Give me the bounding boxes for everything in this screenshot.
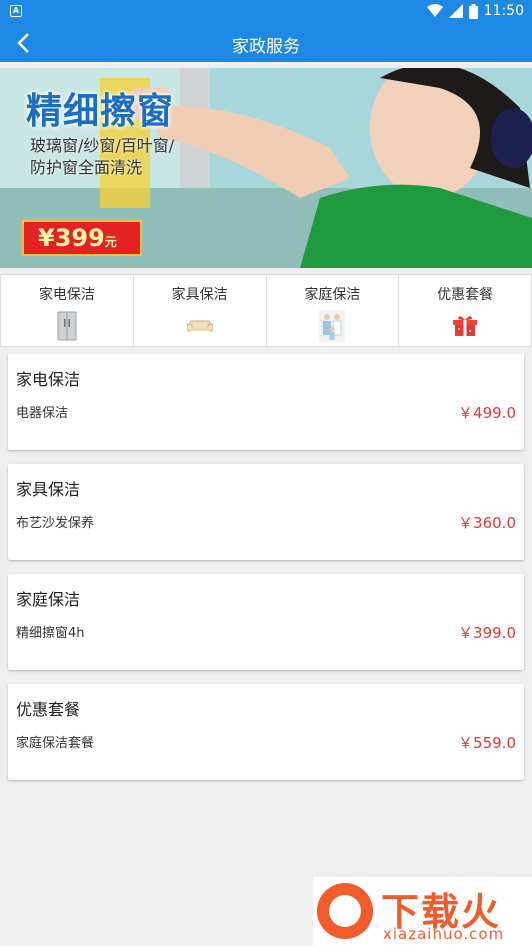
card-item: 精细擦窗4h — [16, 626, 85, 641]
category-label: 优惠套餐 — [437, 287, 494, 303]
gift-icon — [450, 310, 480, 342]
service-card-furniture[interactable]: 家具保洁 布艺沙发保养 ￥360.0 — [8, 464, 524, 560]
category-home-cleaning[interactable]: 家庭保洁 — [266, 274, 400, 347]
clock: 11:50 — [483, 3, 524, 19]
refrigerator-icon — [52, 310, 82, 342]
notification-icon: A — [10, 5, 22, 17]
category-label: 家具保洁 — [171, 287, 228, 303]
category-appliance-cleaning[interactable]: 家电保洁 — [0, 274, 134, 347]
sofa-icon — [185, 310, 215, 342]
banner-headline: 精细擦窗 — [26, 91, 175, 132]
card-price: ￥399.0 — [458, 624, 516, 642]
service-card-package[interactable]: 优惠套餐 家庭保洁套餐 ￥559.0 — [8, 684, 524, 780]
banner-price-tag: ¥399元 — [22, 220, 142, 256]
banner-price-unit: 元 — [104, 235, 117, 249]
service-card-home[interactable]: 家庭保洁 精细擦窗4h ￥399.0 — [8, 574, 524, 670]
status-bar: A 11:50 — [0, 0, 532, 24]
card-item: 电器保洁 — [16, 406, 69, 421]
family-icon — [317, 310, 347, 342]
category-bar: 家电保洁 家具保洁 家庭保洁 优惠套餐 — [0, 274, 532, 347]
card-price: ￥559.0 — [458, 734, 516, 752]
card-item: 家庭保洁套餐 — [16, 736, 95, 751]
card-price: ￥360.0 — [458, 514, 516, 532]
category-discount-package[interactable]: 优惠套餐 — [399, 274, 532, 347]
category-label: 家电保洁 — [38, 287, 95, 303]
signal-icon — [448, 4, 463, 18]
card-item: 布艺沙发保养 — [16, 516, 95, 531]
category-label: 家庭保洁 — [304, 287, 361, 303]
card-price: ￥499.0 — [458, 404, 516, 422]
banner-price: ¥399 — [38, 224, 105, 252]
category-furniture-cleaning[interactable]: 家具保洁 — [133, 274, 267, 347]
card-title: 家庭保洁 — [16, 590, 81, 609]
card-title: 家具保洁 — [16, 480, 81, 499]
wifi-icon — [426, 4, 443, 17]
battery-icon — [468, 3, 478, 19]
watermark-logo: 下载火 xiazaihuo.com — [313, 877, 532, 946]
app-bar: 家政服务 — [0, 24, 532, 62]
service-card-appliance[interactable]: 家电保洁 电器保洁 ￥499.0 — [8, 354, 524, 450]
card-title: 家电保洁 — [16, 370, 81, 389]
watermark-url: xiazaihuo.com — [383, 925, 505, 943]
banner-subtitle-2: 防护窗全面清洗 — [30, 158, 143, 177]
page-title: 家政服务 — [232, 37, 300, 57]
banner-subtitle-1: 玻璃窗/纱窗/百叶窗/ — [30, 136, 175, 155]
promo-banner[interactable]: 精细擦窗 玻璃窗/纱窗/百叶窗/ 防护窗全面清洗 ¥399元 — [0, 68, 532, 268]
card-title: 优惠套餐 — [16, 700, 81, 719]
